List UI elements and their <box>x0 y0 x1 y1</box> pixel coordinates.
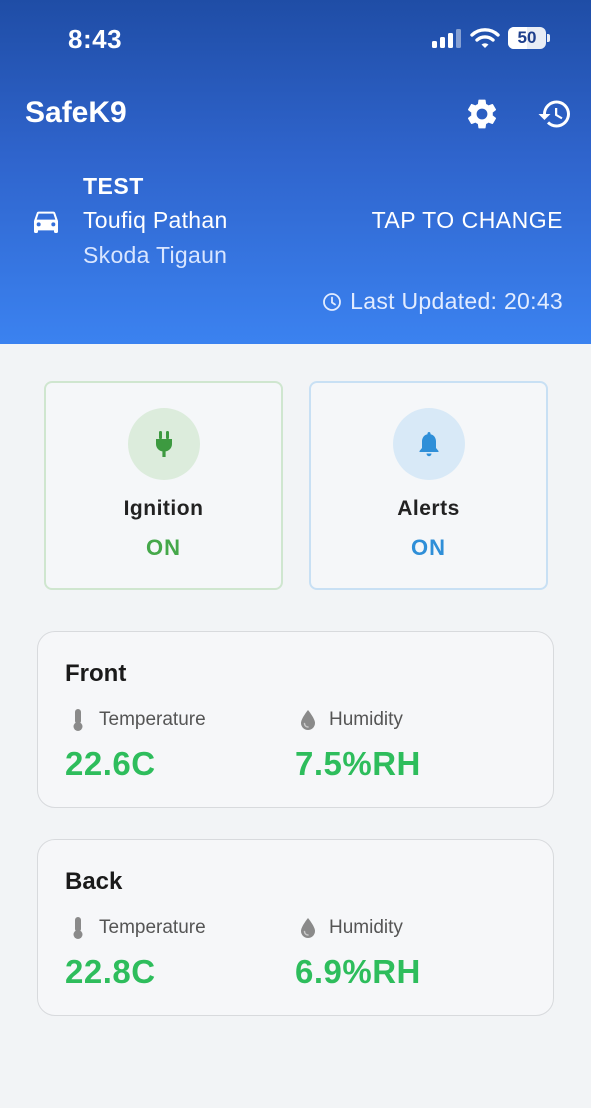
water-drop-icon <box>301 710 315 730</box>
driver-name: Toufiq Pathan <box>83 207 228 233</box>
temperature-value: 22.8C <box>65 953 156 990</box>
battery-icon: 50 <box>508 27 550 51</box>
cellular-signal-icon <box>432 29 461 48</box>
humidity-value: 7.5%RH <box>295 745 421 782</box>
car-icon <box>34 211 58 233</box>
thermometer-icon <box>73 917 83 939</box>
sensor-card-back: Back Temperature 22.8C Humidity 6.9%RH <box>37 839 554 1016</box>
temperature-metric: Temperature 22.6C <box>65 707 206 783</box>
app-title: SafeK9 <box>25 96 127 129</box>
sensor-title: Back <box>65 868 123 895</box>
history-icon[interactable] <box>536 96 574 132</box>
battery-percent: 50 <box>517 28 537 47</box>
plug-icon <box>156 431 172 457</box>
ignition-card[interactable]: Ignition ON <box>44 381 283 590</box>
temperature-value: 22.6C <box>65 745 156 782</box>
sensor-card-front: Front Temperature 22.6C Humidity 7.5%RH <box>37 631 554 808</box>
wifi-icon <box>470 28 500 48</box>
ignition-value: ON <box>146 535 181 560</box>
clock-icon <box>323 292 342 311</box>
ignition-label: Ignition <box>123 497 204 520</box>
humidity-value: 6.9%RH <box>295 953 421 990</box>
humidity-label: Humidity <box>329 709 403 730</box>
sensor-title: Front <box>65 660 127 687</box>
bell-icon <box>419 432 439 457</box>
temperature-metric: Temperature 22.8C <box>65 915 206 991</box>
temperature-label: Temperature <box>99 917 206 938</box>
last-updated: Last Updated: 20:43 <box>322 288 563 315</box>
thermometer-icon <box>73 709 83 731</box>
vehicle-name: TEST <box>83 173 144 199</box>
last-updated-text: Last Updated: 20:43 <box>350 288 563 314</box>
humidity-metric: Humidity 7.5%RH <box>295 707 421 783</box>
humidity-metric: Humidity 6.9%RH <box>295 915 421 991</box>
status-bar: 8:43 50 <box>0 0 591 80</box>
alerts-value: ON <box>411 535 446 560</box>
alerts-card[interactable]: Alerts ON <box>309 381 548 590</box>
alerts-label: Alerts <box>397 497 460 520</box>
vehicle-model: Skoda Tigaun <box>83 242 228 268</box>
alerts-icon-circle <box>393 408 465 480</box>
water-drop-icon <box>301 918 315 938</box>
change-vehicle-button[interactable]: TAP TO CHANGE <box>372 207 563 234</box>
gear-icon[interactable] <box>464 96 500 132</box>
humidity-label: Humidity <box>329 917 403 938</box>
ignition-icon-circle <box>128 408 200 480</box>
app-header: 8:43 50 SafeK9 TEST Toufiq Pathan Skoda … <box>0 0 591 344</box>
status-time: 8:43 <box>68 24 123 54</box>
temperature-label: Temperature <box>99 709 206 730</box>
